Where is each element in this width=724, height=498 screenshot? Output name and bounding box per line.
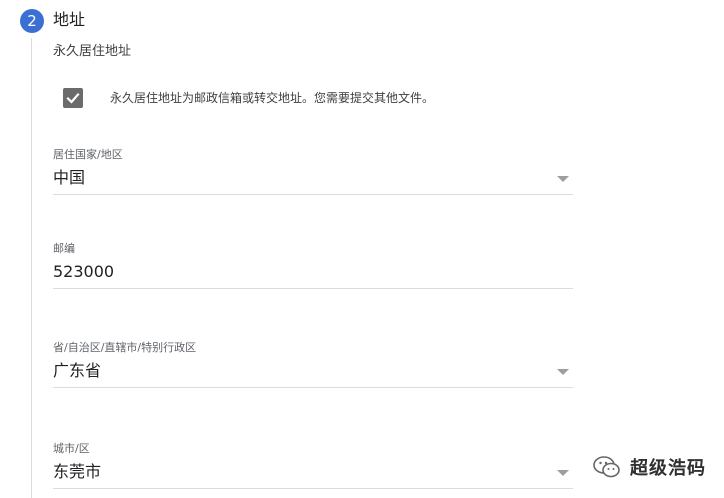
city-label: 城市/区 (53, 442, 90, 455)
province-value: 广东省 (53, 361, 102, 380)
watermark: 超级浩码 (592, 454, 706, 480)
country-label: 居住国家/地区 (53, 148, 123, 161)
postal-code-field[interactable]: 邮编 523000 (53, 242, 573, 289)
postal-code-label: 邮编 (53, 242, 75, 255)
watermark-text: 超级浩码 (630, 458, 706, 479)
dropdown-arrow-icon (557, 369, 569, 375)
step-number-badge: 2 (20, 9, 44, 33)
country-underline (53, 194, 573, 195)
step-title: 地址 (53, 10, 86, 29)
city-value: 东莞市 (53, 462, 102, 481)
postal-code-underline (53, 288, 573, 289)
wechat-icon (593, 456, 620, 478)
mailing-address-checkbox[interactable] (63, 88, 83, 108)
postal-code-value: 523000 (53, 262, 115, 281)
city-underline (53, 488, 573, 489)
section-heading: 永久居住地址 (53, 44, 132, 59)
dropdown-arrow-icon (557, 176, 569, 182)
mailing-address-checkbox-label: 永久居住地址为邮政信箱或转交地址。您需要提交其他文件。 (110, 91, 435, 105)
country-value: 中国 (53, 168, 86, 187)
country-select[interactable]: 居住国家/地区 中国 (53, 148, 573, 195)
province-label: 省/自治区/直辖市/特别行政区 (53, 341, 197, 354)
step-rail (31, 38, 32, 498)
dropdown-arrow-icon (557, 470, 569, 476)
city-select[interactable]: 城市/区 东莞市 (53, 442, 573, 489)
province-select[interactable]: 省/自治区/直辖市/特别行政区 广东省 (53, 341, 573, 388)
checkmark-icon (66, 92, 80, 104)
province-underline (53, 387, 573, 388)
